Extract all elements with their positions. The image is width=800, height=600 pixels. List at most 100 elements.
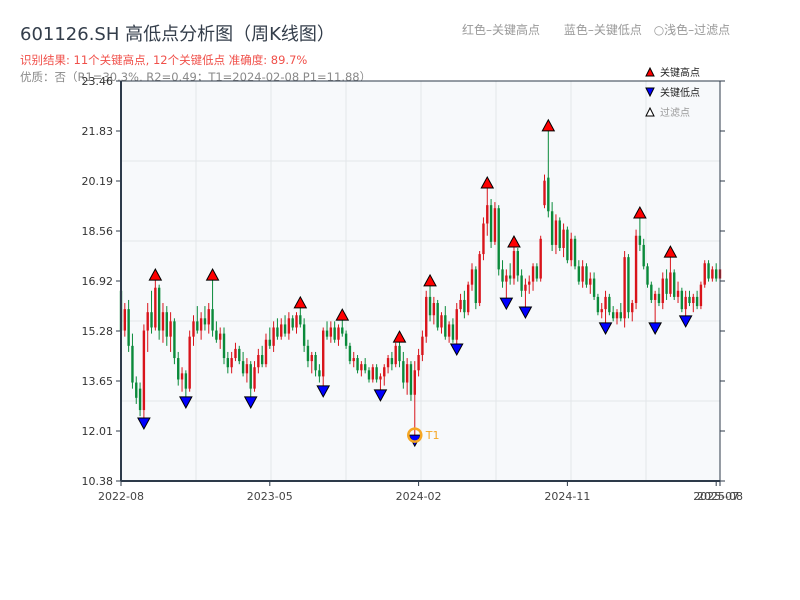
candle-body	[444, 315, 447, 337]
candlestick-chart: 23.46 21.83 20.19 18.56 16.92 15.28 13.65 12.01…	[82, 66, 743, 503]
candle-body	[650, 284, 653, 300]
candle-body	[264, 339, 268, 365]
candle-body	[192, 321, 195, 337]
candle-body	[657, 293, 661, 304]
y-tick-label: 23.46	[82, 75, 114, 88]
candle-body	[688, 296, 691, 304]
x-tick-label: 2024-11	[544, 490, 590, 503]
candle-body	[501, 269, 504, 282]
candle-body	[348, 345, 352, 362]
candle-body	[482, 223, 485, 255]
candle-body	[642, 244, 645, 267]
candle-body	[459, 299, 462, 310]
y-tick-label: 15.28	[82, 325, 114, 338]
candle-body	[638, 235, 642, 245]
x-tick-label: 2025-08	[697, 490, 743, 503]
candle-body	[196, 321, 199, 331]
candle-body	[535, 266, 539, 279]
candle-body	[173, 321, 176, 359]
candle-body	[199, 318, 203, 331]
candle-body	[631, 303, 634, 313]
candle-body	[592, 278, 596, 297]
y-tick-label: 10.38	[82, 475, 114, 488]
candle-body	[299, 315, 302, 325]
candle-body	[634, 235, 638, 304]
candle-body	[127, 309, 130, 346]
candle-body	[249, 364, 252, 389]
candle-body	[703, 263, 706, 285]
candle-body	[707, 263, 710, 279]
legend-high-icon	[645, 66, 655, 77]
candle-body	[405, 364, 409, 383]
candle-body	[520, 275, 523, 291]
candle-body	[432, 303, 436, 316]
candle-body	[619, 312, 623, 319]
candle-body	[375, 367, 378, 380]
candle-body	[138, 388, 142, 411]
candle-body	[322, 330, 325, 377]
candle-body	[600, 309, 603, 313]
candle-body	[611, 312, 615, 319]
candle-body	[516, 251, 519, 276]
candle-body	[203, 318, 207, 325]
candle-body	[566, 229, 569, 261]
candle-body	[615, 312, 619, 319]
candle-body	[272, 327, 275, 346]
candle-body	[543, 180, 546, 206]
candle-body	[711, 269, 714, 279]
candle-body	[161, 312, 165, 331]
candle-body	[455, 309, 458, 340]
candle-body	[302, 324, 306, 346]
candle-body	[497, 208, 500, 270]
x-tick-label: 2024-02	[396, 490, 442, 503]
candle-body	[169, 321, 172, 337]
candle-body	[402, 361, 405, 383]
candle-body	[692, 296, 695, 304]
candle-body	[684, 296, 687, 310]
candle-body	[383, 367, 386, 377]
candle-body	[508, 275, 512, 279]
candle-body	[344, 333, 348, 346]
candle-body	[554, 220, 558, 245]
candle-body	[486, 205, 489, 224]
candle-body	[478, 254, 481, 304]
candle-body	[360, 364, 363, 371]
candle-body	[226, 358, 230, 368]
candle-body	[314, 355, 317, 371]
candle-body	[287, 318, 291, 334]
candle-body	[489, 205, 493, 242]
candle-body	[142, 330, 146, 411]
candle-body	[714, 269, 718, 279]
candle-body	[608, 296, 611, 313]
t1-label: T1	[425, 429, 440, 442]
candle-body	[673, 272, 676, 297]
candle-body	[589, 278, 592, 285]
candle-body	[474, 269, 478, 304]
candle-body	[283, 324, 287, 334]
candle-body	[409, 364, 413, 395]
candle-body	[676, 290, 680, 297]
candle-body	[188, 336, 191, 389]
candle-body	[417, 355, 420, 371]
candle-body	[150, 312, 153, 328]
candle-body	[238, 348, 241, 362]
x-tick-label: 2022-08	[98, 490, 144, 503]
candle-body	[539, 238, 542, 279]
candle-body	[413, 370, 416, 395]
y-tick-label: 12.01	[82, 425, 114, 438]
candle-body	[218, 333, 222, 340]
candle-body	[466, 284, 470, 313]
candle-body	[245, 364, 249, 374]
candle-body	[646, 266, 649, 285]
candle-body	[451, 324, 455, 340]
candle-body	[241, 361, 245, 374]
candle-body	[558, 220, 561, 248]
candle-body	[180, 373, 184, 380]
candle-body	[623, 257, 626, 319]
legend-filtered-label: 过滤点	[660, 106, 690, 119]
candle-body	[291, 318, 294, 328]
candle-body	[306, 345, 310, 362]
candle-body	[581, 266, 584, 282]
candle-body	[627, 257, 630, 313]
candle-body	[573, 238, 577, 267]
